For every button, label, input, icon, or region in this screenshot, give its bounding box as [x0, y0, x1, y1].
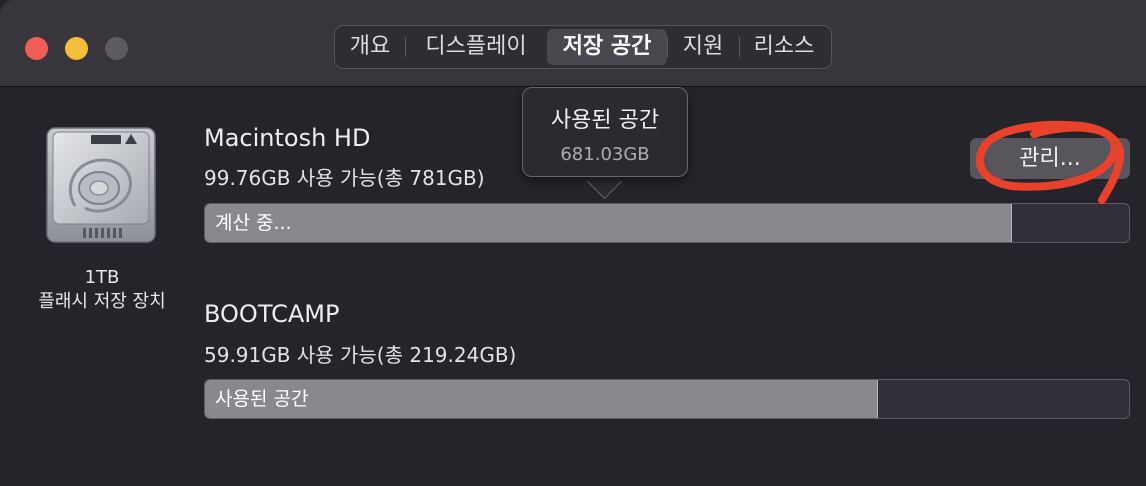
- volume-name: BOOTCAMP: [204, 300, 340, 328]
- close-button[interactable]: [25, 37, 48, 60]
- disk-caption: 1TB 플래시 저장 장치: [20, 266, 184, 314]
- storage-bar-used: [205, 204, 1012, 242]
- disk-size-label: 1TB: [84, 267, 120, 288]
- tab-overview[interactable]: 개요: [335, 29, 405, 65]
- tab-storage[interactable]: 저장 공간: [547, 29, 667, 65]
- about-this-mac-window: 개요 디스플레이 저장 공간 지원 리소스 1TB 플래시 저장 장치 Maci…: [0, 0, 1146, 486]
- manage-button[interactable]: 관리...: [970, 138, 1130, 179]
- volume-availability: 59.91GB 사용 가능(총 219.24GB): [204, 343, 517, 367]
- tooltip-title: 사용된 공간: [550, 108, 660, 133]
- tooltip-value: 681.03GB: [560, 144, 650, 165]
- storage-bar-label: 계산 중...: [215, 212, 292, 234]
- storage-bar[interactable]: 사용된 공간: [204, 379, 1130, 419]
- storage-bar[interactable]: 계산 중...: [204, 203, 1130, 243]
- minimize-button[interactable]: [65, 37, 88, 60]
- tab-resources[interactable]: 리소스: [739, 29, 829, 65]
- volume-availability: 99.76GB 사용 가능(총 781GB): [204, 166, 485, 190]
- volume-name: Macintosh HD: [204, 124, 371, 152]
- tab-support[interactable]: 지원: [667, 29, 739, 65]
- disk-type-label: 플래시 저장 장치: [38, 291, 166, 312]
- used-space-tooltip: 사용된 공간 681.03GB: [522, 87, 688, 177]
- tab-displays[interactable]: 디스플레이: [405, 29, 547, 65]
- storage-bar-label: 사용된 공간: [215, 388, 309, 410]
- tab-bar: 개요 디스플레이 저장 공간 지원 리소스: [334, 25, 832, 69]
- hard-drive-icon: [46, 127, 156, 243]
- zoom-button[interactable]: [105, 37, 128, 60]
- title-bar: 개요 디스플레이 저장 공간 지원 리소스: [0, 0, 1146, 87]
